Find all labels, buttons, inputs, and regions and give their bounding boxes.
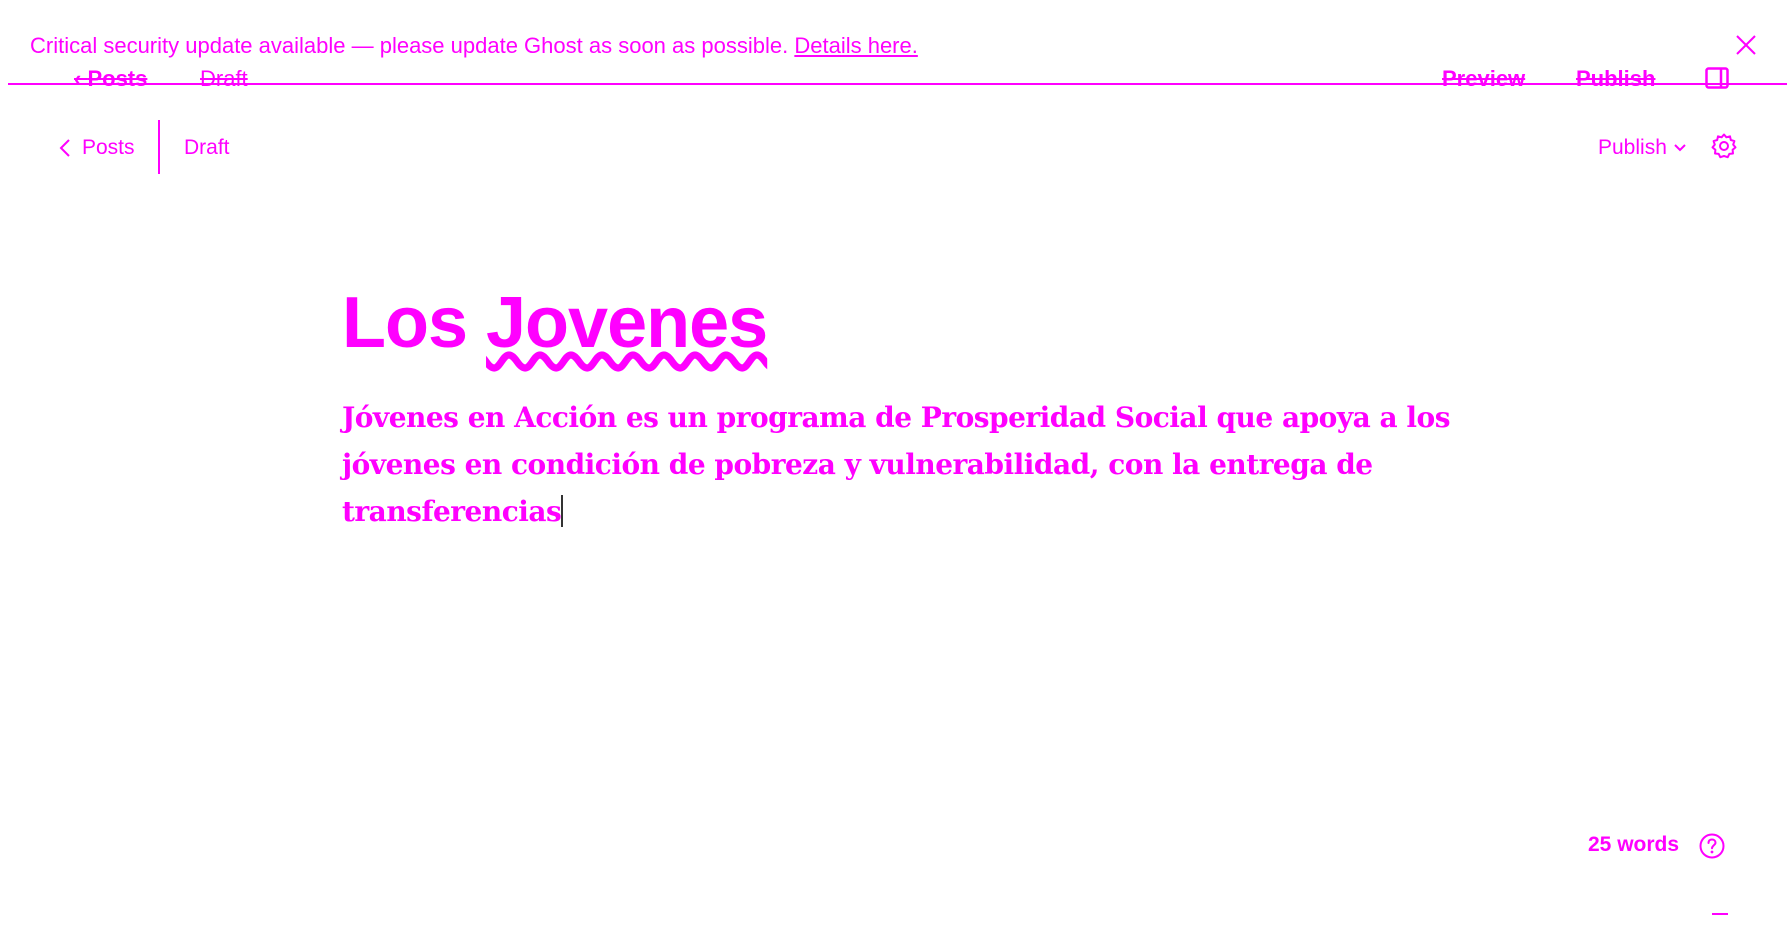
sidebar-panel-icon[interactable] — [1705, 67, 1729, 89]
gear-icon[interactable] — [1710, 132, 1738, 160]
notice-details-link[interactable]: Details here. — [794, 33, 918, 58]
ghost-posts-label: Posts — [87, 66, 148, 91]
post-title[interactable]: Los Jovenes — [342, 282, 768, 364]
post-body-editor[interactable]: Jóvenes en Acción es un programa de Pros… — [342, 394, 1462, 535]
ghost-publish-button[interactable]: Publish — [1576, 66, 1655, 92]
notice-message: Critical security update available — ple… — [30, 33, 789, 58]
text-caret — [561, 495, 564, 527]
post-body-text: Jóvenes en Acción es un programa de Pros… — [342, 401, 1450, 528]
chevron-left-icon — [59, 139, 70, 157]
post-status: Draft — [184, 136, 230, 159]
word-count: 25 words — [1588, 833, 1680, 856]
publish-label: Publish — [1598, 136, 1667, 159]
chevron-left-icon: ‹ — [74, 66, 88, 91]
notice-text: Critical security update available — ple… — [30, 33, 918, 59]
question-circle-icon[interactable] — [1698, 832, 1726, 860]
back-to-posts-button[interactable]: Posts — [58, 136, 135, 160]
editor-header: Posts Draft Publish — [0, 118, 1787, 174]
header-divider — [158, 120, 160, 174]
ghost-draft-label: Draft — [200, 66, 248, 91]
post-title-word: Jovenes — [486, 283, 768, 363]
publish-menu-button[interactable]: Publish — [1598, 136, 1687, 160]
post-title-prefix: Los — [342, 283, 487, 363]
close-icon[interactable] — [1735, 34, 1757, 56]
scroll-indicator — [1712, 913, 1728, 915]
chevron-down-icon — [1674, 144, 1686, 152]
editor-screen: Critical security update available — ple… — [0, 0, 1787, 928]
ghost-posts-link[interactable]: ‹ Posts — [74, 66, 147, 92]
back-to-posts-label: Posts — [82, 136, 135, 159]
ghost-preview-button[interactable]: Preview — [1442, 66, 1525, 92]
